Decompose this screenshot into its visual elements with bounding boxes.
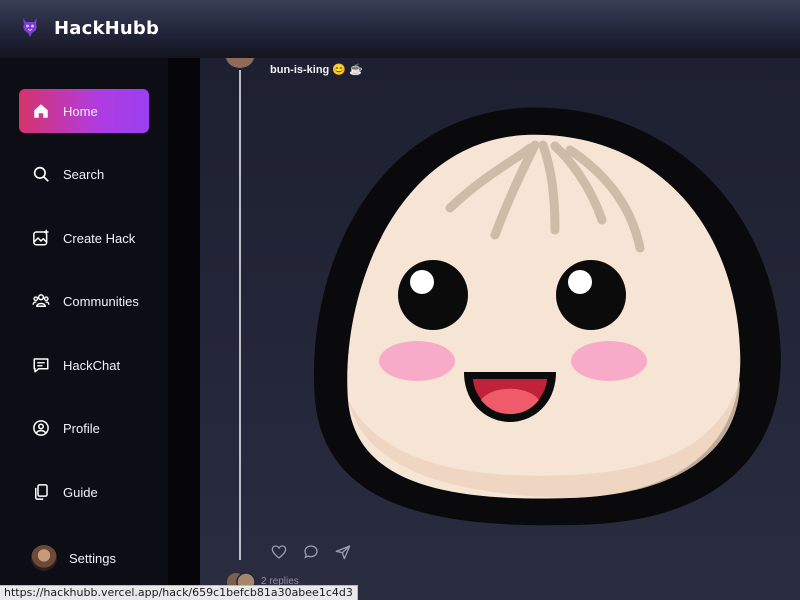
hackhubb-logo-icon[interactable] [20, 16, 40, 38]
sidebar-item-label: Search [63, 166, 105, 182]
sidebar-item-label: HackChat [63, 357, 121, 373]
sidebar-item-home[interactable]: Home [19, 89, 149, 133]
user-circle-icon [31, 418, 51, 438]
post-author[interactable]: bun-is-king 😊 ☕ [270, 63, 363, 76]
post-author-emoji: 😊 ☕ [332, 64, 363, 76]
sidebar-item-communities[interactable]: Communities [19, 279, 149, 323]
sidebar-item-guide[interactable]: Guide [19, 470, 149, 514]
sidebar-divider [168, 58, 200, 600]
author-avatar[interactable] [224, 58, 256, 68]
sidebar-item-profile[interactable]: Profile [19, 406, 149, 450]
sidebar-item-search[interactable]: Search [19, 152, 149, 196]
sidebar-item-label: Create Hack [63, 230, 136, 246]
search-icon [31, 164, 51, 184]
copy-icon [31, 482, 51, 502]
post-author-name[interactable]: bun-is-king [270, 64, 329, 76]
sidebar-item-label: Profile [63, 420, 100, 436]
sidebar-item-label: Settings [69, 550, 116, 566]
sidebar-item-hackchat[interactable]: HackChat [19, 343, 149, 387]
home-icon [31, 101, 51, 121]
sidebar: Home Search Create Hack Communities Hack… [0, 58, 168, 600]
app-title[interactable]: HackHubb [54, 18, 159, 39]
post-actions [270, 543, 352, 561]
feed: bun-is-king 😊 ☕ 2 replies [200, 58, 800, 600]
sidebar-item-label: Home [63, 103, 98, 119]
chat-icon [31, 355, 51, 375]
top-bar: HackHubb [0, 0, 800, 58]
post-image[interactable] [270, 80, 800, 550]
sidebar-item-label: Communities [63, 293, 139, 309]
avatar [31, 545, 57, 571]
sidebar-item-settings[interactable]: Settings [19, 536, 149, 580]
send-icon[interactable] [334, 543, 352, 561]
users-icon [31, 291, 51, 311]
link-status-bar: https://hackhubb.vercel.app/hack/659c1be… [0, 585, 358, 600]
sidebar-item-label: Guide [63, 484, 98, 500]
sidebar-item-create-hack[interactable]: Create Hack [19, 216, 149, 260]
image-plus-icon [31, 228, 51, 248]
thread-line [239, 70, 241, 560]
heart-icon[interactable] [270, 543, 288, 561]
comment-icon[interactable] [302, 543, 320, 561]
